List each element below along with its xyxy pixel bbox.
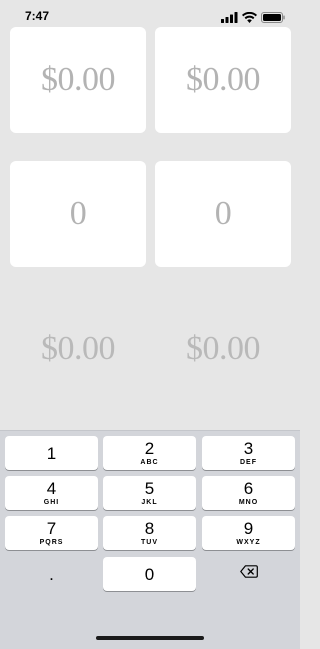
key-0[interactable]: 0 xyxy=(103,557,196,591)
key-digit: 0 xyxy=(144,564,155,584)
count-value: 0 xyxy=(214,195,232,232)
count-card-right[interactable]: 0 xyxy=(155,161,291,267)
key-letters: DEF xyxy=(240,459,257,466)
key-digit: 9 xyxy=(243,519,254,538)
status-time: 7:47 xyxy=(25,9,50,23)
decimal-label: . xyxy=(49,564,54,584)
key-letters: MNO xyxy=(238,499,259,506)
key-2[interactable]: 2 ABC xyxy=(103,436,196,470)
key-digit: 5 xyxy=(144,479,155,498)
signal-icon xyxy=(221,10,238,28)
wifi-icon xyxy=(242,10,257,28)
key-digit: 4 xyxy=(46,479,57,498)
status-icons xyxy=(221,10,285,28)
key-digit: 7 xyxy=(46,519,57,538)
delete-icon xyxy=(239,565,258,583)
key-letters: GHI xyxy=(43,499,60,506)
key-digit: 6 xyxy=(243,479,254,498)
key-6[interactable]: 6 MNO xyxy=(202,476,295,510)
amount-card-top-left[interactable]: $0.00 xyxy=(10,27,146,133)
key-4[interactable]: 4 GHI xyxy=(5,476,98,510)
key-1[interactable]: 1 xyxy=(5,436,98,470)
key-9[interactable]: 9 WXYZ xyxy=(202,516,295,550)
decimal-key[interactable]: . xyxy=(5,557,98,591)
amount-card-top-right[interactable]: $0.00 xyxy=(155,27,291,133)
key-7[interactable]: 7 PQRS xyxy=(5,516,98,550)
delete-key[interactable] xyxy=(202,557,295,591)
key-letters: ABC xyxy=(140,459,159,466)
key-digit: 1 xyxy=(46,443,57,463)
key-letters: WXYZ xyxy=(236,539,261,546)
key-letters: TUV xyxy=(141,539,158,546)
status-bar: 7:47 xyxy=(0,0,300,26)
battery-icon xyxy=(261,10,285,28)
key-5[interactable]: 5 JKL xyxy=(103,476,196,510)
count-value: 0 xyxy=(69,195,87,232)
number-pad-keyboard: 1 2 ABC 3 DEF 4 GHI 5 JKL 6 MNO 7 PQRS 8… xyxy=(0,430,300,649)
amount-value: $0.00 xyxy=(186,61,261,98)
key-digit: 2 xyxy=(144,439,155,458)
total-left: $0.00 xyxy=(41,330,116,367)
key-3[interactable]: 3 DEF xyxy=(202,436,295,470)
total-right: $0.00 xyxy=(186,330,261,367)
home-indicator[interactable] xyxy=(96,636,204,640)
key-8[interactable]: 8 TUV xyxy=(103,516,196,550)
amount-value: $0.00 xyxy=(41,61,116,98)
key-letters: PQRS xyxy=(39,539,64,546)
key-digit: 8 xyxy=(144,519,155,538)
key-digit: 3 xyxy=(243,439,254,458)
key-letters: JKL xyxy=(141,499,158,506)
count-card-left[interactable]: 0 xyxy=(10,161,146,267)
